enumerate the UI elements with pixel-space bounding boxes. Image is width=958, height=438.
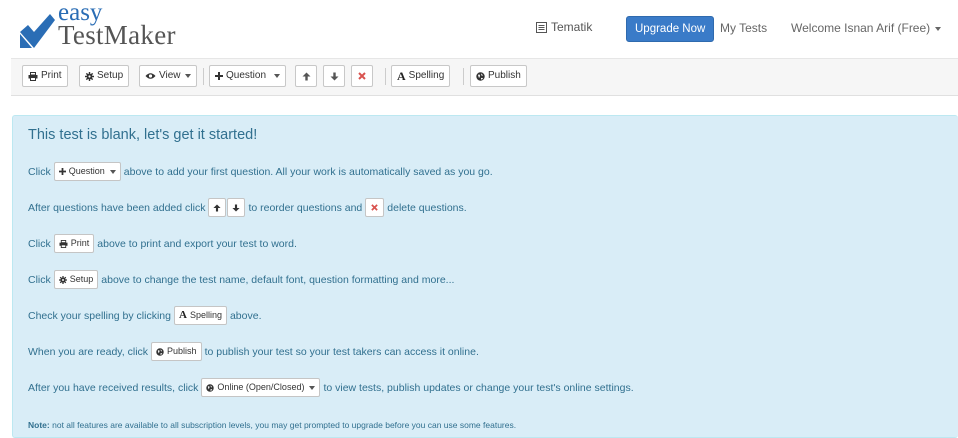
help-line-print: Click Print above to print and export yo… xyxy=(28,234,297,253)
help-text: Click xyxy=(28,165,51,178)
help-text: above to change the test name, default f… xyxy=(101,273,455,286)
help-text: to publish your test so your test takers… xyxy=(204,345,479,358)
inline-question-button[interactable]: Question xyxy=(53,162,121,181)
chevron-down-icon xyxy=(274,74,281,78)
move-down-button[interactable] xyxy=(323,65,345,87)
close-icon xyxy=(371,204,379,211)
globe-icon xyxy=(156,347,164,356)
help-text: above. xyxy=(229,309,262,322)
note-label: Note: xyxy=(28,420,50,430)
upgrade-now-button[interactable]: Upgrade Now xyxy=(626,16,715,42)
help-line-question: Click Question above to add your first q… xyxy=(28,162,493,181)
chevron-down-icon xyxy=(184,74,191,78)
nav-tematik-label: Tematik xyxy=(551,20,593,34)
close-icon xyxy=(358,72,366,80)
gear-icon xyxy=(85,71,94,81)
delete-question-button[interactable] xyxy=(351,65,373,87)
eye-icon xyxy=(145,72,156,80)
printer-icon xyxy=(59,239,68,248)
subscription-note: Note: not all features are available to … xyxy=(28,420,516,430)
inline-publish-button[interactable]: Publish xyxy=(151,342,202,361)
nav-tematik[interactable]: Tematik xyxy=(536,20,592,34)
publish-button[interactable]: Publish xyxy=(470,65,527,87)
chevron-down-icon xyxy=(109,169,116,174)
inline-print-button[interactable]: Print xyxy=(53,234,95,253)
easytestmaker-logo[interactable]: easy TestMaker xyxy=(18,0,218,50)
spelling-a-icon: A xyxy=(178,309,187,321)
toolbar-divider xyxy=(385,68,386,85)
user-menu-label: Welcome Isnan Arif (Free) xyxy=(791,21,931,35)
question-dropdown[interactable]: Question xyxy=(209,65,287,87)
globe-icon xyxy=(206,383,215,392)
help-text: Click xyxy=(28,237,51,250)
spelling-button[interactable]: A Spelling xyxy=(391,65,451,87)
arrow-down-icon xyxy=(232,203,241,212)
editor-toolbar: Print Setup View Question A Spelling Pub… xyxy=(11,58,958,96)
user-menu[interactable]: Welcome Isnan Arif (Free) xyxy=(791,21,942,35)
inline-delete-button[interactable] xyxy=(365,198,385,217)
arrow-up-icon xyxy=(213,203,222,212)
help-text: to reorder questions and xyxy=(248,201,363,214)
setup-button[interactable]: Setup xyxy=(79,65,130,87)
plus-icon xyxy=(215,72,223,80)
help-line-reorder: After questions have been added click to… xyxy=(28,198,467,217)
help-text: above to print and export your test to w… xyxy=(97,237,297,250)
inline-online-status-dropdown[interactable]: Online (Open/Closed) xyxy=(201,378,321,397)
help-line-publish: When you are ready, click Publish to pub… xyxy=(28,342,479,361)
list-icon xyxy=(536,21,547,33)
print-label: Print xyxy=(41,70,62,81)
inline-setup-button[interactable]: Setup xyxy=(53,270,99,289)
inline-move-down-button[interactable] xyxy=(227,198,246,217)
help-text: to view tests, publish updates or change… xyxy=(323,381,634,394)
spelling-a-icon: A xyxy=(397,69,406,83)
inline-print-label: Print xyxy=(70,238,90,248)
gear-icon xyxy=(58,275,67,284)
setup-label: Setup xyxy=(97,70,124,81)
help-text: delete questions. xyxy=(387,201,467,214)
inline-question-label: Question xyxy=(68,166,105,176)
toolbar-divider xyxy=(463,68,464,85)
spelling-label: Spelling xyxy=(408,70,445,81)
getting-started-panel: This test is blank, let's get it started… xyxy=(12,115,958,438)
help-text: above to add your first question. All yo… xyxy=(123,165,493,178)
arrow-up-icon xyxy=(302,72,311,81)
checkmark-logo-icon xyxy=(20,14,55,48)
top-navbar: easy TestMaker Tematik Upgrade Now My Te… xyxy=(0,0,958,54)
nav-my-tests[interactable]: My Tests xyxy=(720,21,767,35)
help-text: When you are ready, click xyxy=(28,345,149,358)
logo-text-testmaker: TestMaker xyxy=(58,20,176,50)
help-text: After you have received results, click xyxy=(28,381,199,394)
print-button[interactable]: Print xyxy=(22,65,68,87)
panel-title: This test is blank, let's get it started… xyxy=(28,127,258,143)
arrow-down-icon xyxy=(330,72,339,81)
help-line-online: After you have received results, click O… xyxy=(28,378,634,397)
publish-label: Publish xyxy=(488,70,521,81)
help-text: Click xyxy=(28,273,51,286)
inline-spelling-button[interactable]: A Spelling xyxy=(173,306,227,325)
inline-spelling-label: Spelling xyxy=(189,310,222,320)
chevron-down-icon xyxy=(935,26,942,31)
inline-publish-label: Publish xyxy=(167,346,197,356)
inline-move-up-button[interactable] xyxy=(208,198,227,217)
help-line-setup: Click Setup above to change the test nam… xyxy=(28,270,454,289)
inline-setup-label: Setup xyxy=(69,274,94,284)
help-text: After questions have been added click xyxy=(28,201,206,214)
view-dropdown[interactable]: View xyxy=(139,65,197,87)
globe-icon xyxy=(476,71,485,81)
chevron-down-icon xyxy=(309,385,316,390)
inline-online-status-label: Online (Open/Closed) xyxy=(217,382,305,392)
printer-icon xyxy=(28,71,38,81)
toolbar-divider xyxy=(203,68,204,85)
plus-icon xyxy=(58,168,66,175)
view-label: View xyxy=(159,70,181,81)
help-text: Check your spelling by clicking xyxy=(28,309,171,322)
help-line-spelling: Check your spelling by clicking A Spelli… xyxy=(28,306,262,325)
move-up-button[interactable] xyxy=(295,65,317,87)
note-text: not all features are available to all su… xyxy=(52,420,517,430)
question-label: Question xyxy=(226,70,267,81)
